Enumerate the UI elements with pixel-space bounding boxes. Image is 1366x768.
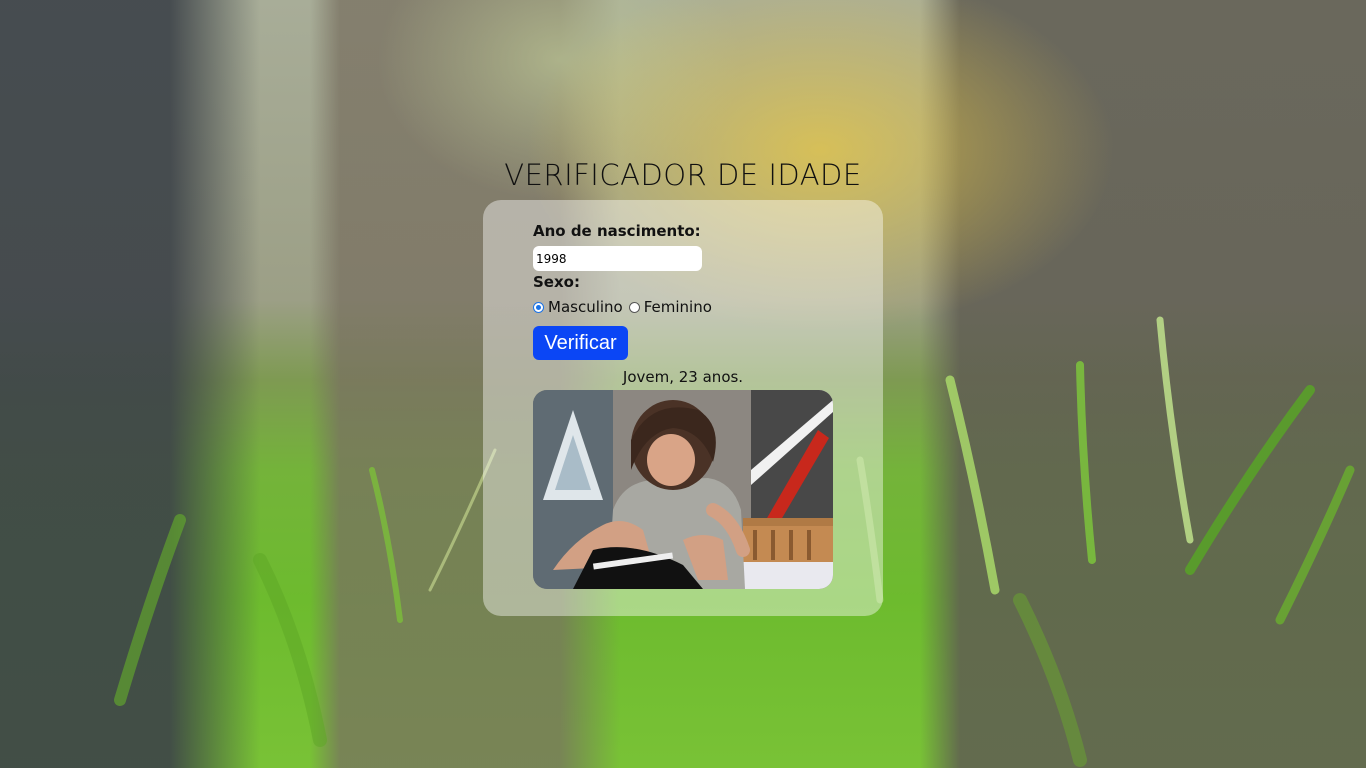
result-text: Jovem, 23 anos.: [622, 368, 744, 386]
result-photo: [533, 390, 833, 589]
age-checker-card: Ano de nascimento: Sexo: Masculino Femin…: [483, 200, 883, 616]
birth-year-label: Ano de nascimento:: [533, 222, 701, 240]
female-radio-label[interactable]: Feminino: [644, 298, 712, 316]
female-radio[interactable]: [628, 301, 640, 313]
guitar-player-image: [533, 390, 833, 589]
sex-label: Sexo:: [533, 273, 580, 291]
verify-button[interactable]: Verificar: [533, 326, 628, 360]
male-radio[interactable]: [533, 301, 544, 313]
birth-year-input[interactable]: [533, 246, 702, 271]
male-radio-label[interactable]: Masculino: [548, 298, 623, 316]
page-title: VERIFICADOR DE IDADE: [504, 158, 862, 192]
sex-options: Masculino Feminino: [533, 298, 718, 316]
